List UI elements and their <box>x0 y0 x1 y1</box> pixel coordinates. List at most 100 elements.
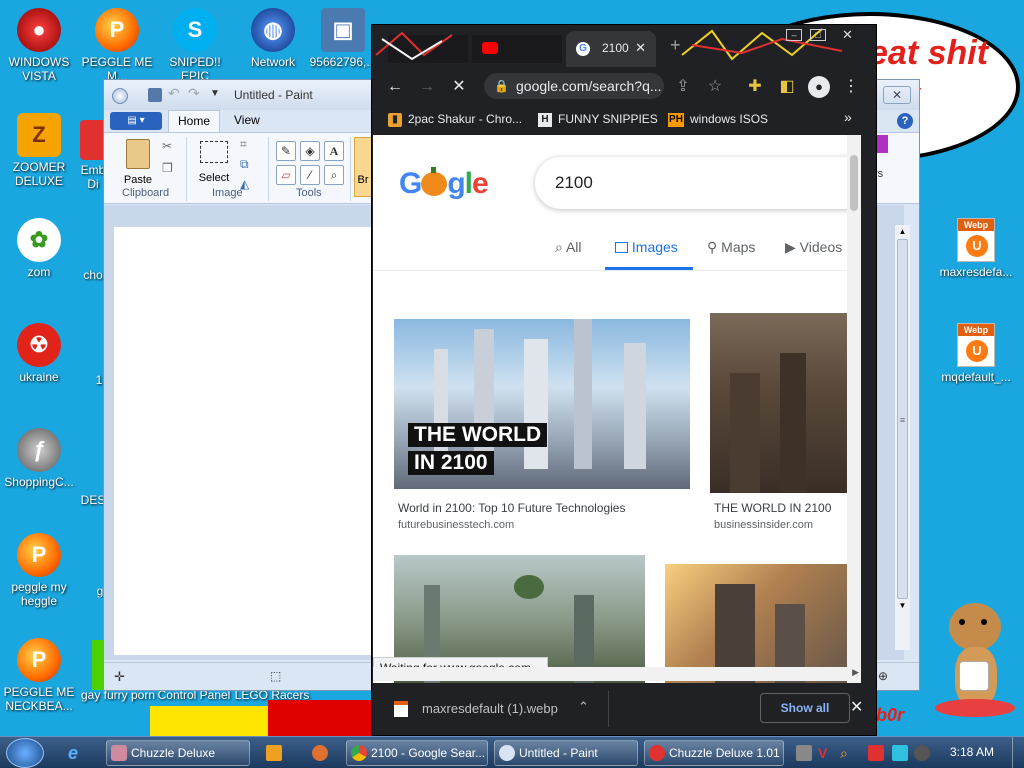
result-source-2[interactable]: businessinsider.com <box>714 519 813 531</box>
taskbar-item-paint[interactable]: Untitled - Paint <box>494 740 638 766</box>
desktop-icon-network[interactable]: ◍ Network <box>235 8 311 69</box>
search-input[interactable]: 2100 <box>535 157 861 209</box>
crop-icon[interactable]: ⌗ <box>240 137 247 152</box>
help-icon[interactable]: ? <box>897 113 913 129</box>
chrome-tab-inactive[interactable] <box>472 35 562 63</box>
magnifier-icon[interactable]: ⌕ <box>324 165 344 185</box>
close-download-bar-icon[interactable]: ✕ <box>850 697 863 717</box>
stop-loading-icon[interactable]: ✕ <box>448 76 470 98</box>
taskbar-item-chuzzle[interactable]: Chuzzle Deluxe <box>106 740 250 766</box>
peggle-icon: P <box>95 8 139 52</box>
brushes-button[interactable]: Br <box>354 137 372 197</box>
desktop-icon-maxresdefault[interactable]: Webp U maxresdefa... <box>934 218 1018 279</box>
paint-app-icon[interactable] <box>112 88 128 104</box>
tray-icon-network[interactable] <box>796 745 812 761</box>
start-button[interactable] <box>6 738 44 768</box>
result-image-1[interactable]: THE WORLD IN 2100 <box>394 319 690 489</box>
tab-2100[interactable]: G 2100 ✕ <box>566 31 656 67</box>
menu-kebab-icon[interactable]: ⋮ <box>840 76 862 98</box>
desktop-icon-windows-vista[interactable]: ● WINDOWS VISTA <box>1 8 77 83</box>
chrome-page-scrollbar[interactable] <box>847 135 861 683</box>
tab-maps[interactable]: ⚲ Maps <box>707 239 755 256</box>
paint-canvas[interactable] <box>114 227 374 655</box>
color-picker-icon[interactable]: ⁄ <box>300 165 320 185</box>
paint-close-button[interactable]: ✕ <box>883 86 911 104</box>
cut-icon[interactable]: ✂ <box>162 139 172 153</box>
minimize-icon[interactable]: – <box>786 29 802 41</box>
result-caption-2[interactable]: THE WORLD IN 2100 <box>714 501 831 515</box>
paste-button[interactable]: Paste <box>118 137 158 193</box>
bookmark-star-icon[interactable]: ☆ <box>704 76 726 98</box>
scroll-thumb[interactable]: ≡ <box>897 239 908 599</box>
select-button[interactable]: Select <box>192 137 236 193</box>
scroll-down-icon[interactable]: ▼ <box>895 599 910 613</box>
result-image-4[interactable] <box>665 564 861 683</box>
back-icon[interactable]: ← <box>384 76 406 98</box>
bookmark-funny-snippies[interactable]: H FUNNY SNIPPIES <box>538 111 658 127</box>
close-window-icon[interactable]: ✕ <box>842 27 853 43</box>
profile-icon[interactable]: ● <box>808 76 830 98</box>
desktop-icon-peggle-heggle[interactable]: P peggle my heggle <box>1 533 77 608</box>
eraser-icon[interactable]: ▱ <box>276 165 296 185</box>
desktop-icon-95662796[interactable]: ▣ 95662796,... <box>305 8 381 69</box>
address-bar[interactable]: 🔒 google.com/search?q... <box>484 73 664 99</box>
clock[interactable]: 3:18 AM <box>950 745 994 759</box>
tab-view[interactable]: View <box>234 113 260 127</box>
scroll-right-icon[interactable]: ▶ <box>852 667 859 678</box>
bookmarks-overflow-icon[interactable]: » <box>844 109 852 125</box>
forward-icon[interactable]: → <box>416 76 438 98</box>
tab-videos[interactable]: ▶ Videos <box>785 239 842 256</box>
tray-icon-flag[interactable] <box>868 745 884 761</box>
horizontal-scrollbar[interactable]: ▶ <box>373 667 861 681</box>
paint-menu-button[interactable]: ▤ ▾ <box>110 112 162 130</box>
desktop-icon-ukraine[interactable]: ☢ ukraine <box>1 323 77 384</box>
quick-access-dropdown-icon[interactable]: ▼ <box>210 88 220 99</box>
tab-home[interactable]: Home <box>168 110 220 133</box>
show-desktop-button[interactable] <box>1012 737 1024 768</box>
resize-icon[interactable]: ⧉ <box>240 157 249 172</box>
taskbar-item-chuzzle-101[interactable]: Chuzzle Deluxe 1.01 <box>644 740 784 766</box>
share-icon[interactable]: ⇪ <box>672 76 694 98</box>
tray-icon-search[interactable]: ⌕ <box>840 745 856 761</box>
tab-all[interactable]: ⌕ All <box>555 239 582 256</box>
result-source-1[interactable]: futurebusinesstech.com <box>398 519 514 531</box>
taskbar-item-chrome[interactable]: 2100 - Google Sear... <box>346 740 488 766</box>
result-image-2[interactable] <box>710 313 861 493</box>
redo-icon[interactable]: ↷ <box>188 85 200 102</box>
tab-images[interactable]: Images <box>615 239 678 255</box>
download-options-icon[interactable]: ⌃ <box>578 699 589 715</box>
desktop-icon-peggle-neckbeard[interactable]: P PEGGLE ME NECKBEA... <box>1 638 77 713</box>
paint-vertical-scrollbar[interactable]: ▲ ≡ ▼ <box>894 225 910 650</box>
show-all-button[interactable]: Show all <box>760 693 850 723</box>
result-caption-1[interactable]: World in 2100: Top 10 Future Technologie… <box>398 501 625 515</box>
extensions-icon[interactable]: ✚ <box>744 76 766 98</box>
desktop-icon-peggle-me[interactable]: P PEGGLE ME M... <box>79 8 155 83</box>
download-filename[interactable]: maxresdefault (1).webp <box>422 701 558 716</box>
desktop-icon-zoomer-deluxe[interactable]: Z ZOOMER DELUXE <box>1 113 77 188</box>
desktop-icon-sniped[interactable]: S SNIPED!! EPIC <box>157 8 233 83</box>
copy-icon[interactable]: ❐ <box>162 161 173 175</box>
bookmark-2pac[interactable]: ▮ 2pac Shakur - Chro... <box>388 111 522 127</box>
bookmark-windows-isos[interactable]: PH windows ISOS <box>668 111 768 127</box>
app-tray-icon[interactable] <box>312 745 328 761</box>
pencil-icon[interactable]: ✎ <box>276 141 296 161</box>
tab-close-icon[interactable]: ✕ <box>635 40 646 56</box>
fill-icon[interactable]: ◈ <box>300 141 320 161</box>
desktop-icon-mqdefault[interactable]: Webp U mqdefault_... <box>934 323 1018 384</box>
ie-icon[interactable]: e <box>68 743 78 764</box>
scroll-thumb[interactable] <box>850 155 858 211</box>
media-player-icon[interactable] <box>266 745 282 761</box>
undo-icon[interactable]: ↶ <box>168 85 180 102</box>
text-icon[interactable]: A <box>324 141 344 161</box>
zoom-in-icon[interactable]: ⊕ <box>878 669 888 683</box>
tray-icon-monitor[interactable] <box>892 745 908 761</box>
side-panel-icon[interactable]: ◧ <box>776 76 798 98</box>
maximize-icon[interactable]: □ <box>810 29 826 41</box>
scroll-up-icon[interactable]: ▲ <box>895 225 910 239</box>
save-icon[interactable] <box>148 88 162 102</box>
google-logo[interactable]: Ggle <box>399 167 489 201</box>
desktop-icon-shopping[interactable]: ƒ ShoppingC... <box>1 428 77 489</box>
tray-icon-volume[interactable] <box>914 745 930 761</box>
tray-icon-v[interactable]: V <box>818 745 834 761</box>
desktop-icon-zom[interactable]: ✿ zom <box>1 218 77 279</box>
